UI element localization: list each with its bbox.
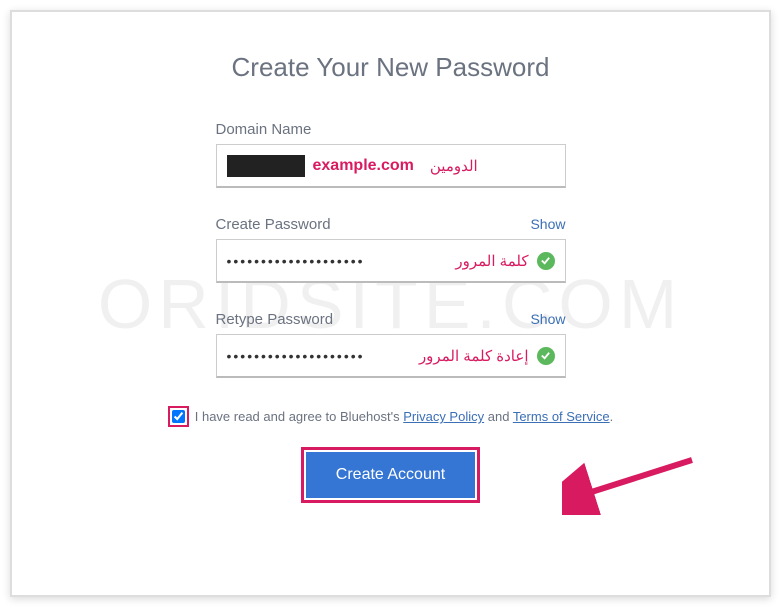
agree-checkbox-highlight xyxy=(168,406,189,427)
password-field: Create Password Show •••••••••••••••••••… xyxy=(216,216,566,283)
password-label: Create Password xyxy=(216,216,331,233)
retype-label: Retype Password xyxy=(216,311,334,328)
password-annotation-ar: كلمة المرور xyxy=(455,252,528,270)
agree-checkbox[interactable] xyxy=(172,410,185,423)
retype-field: Retype Password Show •••••••••••••••••••… xyxy=(216,311,566,378)
agree-text: I have read and agree to Bluehost's Priv… xyxy=(195,409,614,424)
domain-value: example.com xyxy=(313,157,414,175)
redacted-block xyxy=(227,155,305,177)
domain-annotation-ar: الدومين xyxy=(430,157,478,175)
arrow-annotation-icon xyxy=(562,455,702,515)
check-icon xyxy=(537,252,555,270)
privacy-policy-link[interactable]: Privacy Policy xyxy=(403,409,484,424)
domain-field: Domain Name example.com الدومين xyxy=(216,121,566,188)
retype-annotation-ar: إعادة كلمة المرور xyxy=(419,347,529,365)
agree-row: I have read and agree to Bluehost's Priv… xyxy=(141,406,641,427)
password-input[interactable]: •••••••••••••••••••• كلمة المرور xyxy=(216,239,566,283)
retype-masked: •••••••••••••••••••• xyxy=(227,348,411,364)
retype-input[interactable]: •••••••••••••••••••• إعادة كلمة المرور xyxy=(216,334,566,378)
create-account-button[interactable]: Create Account xyxy=(306,452,475,498)
domain-label: Domain Name xyxy=(216,121,312,138)
retype-show-toggle[interactable]: Show xyxy=(530,311,565,327)
domain-input[interactable]: example.com الدومين xyxy=(216,144,566,188)
terms-link[interactable]: Terms of Service xyxy=(513,409,610,424)
password-show-toggle[interactable]: Show xyxy=(530,216,565,232)
password-masked: •••••••••••••••••••• xyxy=(227,253,448,269)
page-title: Create Your New Password xyxy=(216,52,566,83)
create-button-highlight: Create Account xyxy=(301,447,480,503)
check-icon xyxy=(537,347,555,365)
